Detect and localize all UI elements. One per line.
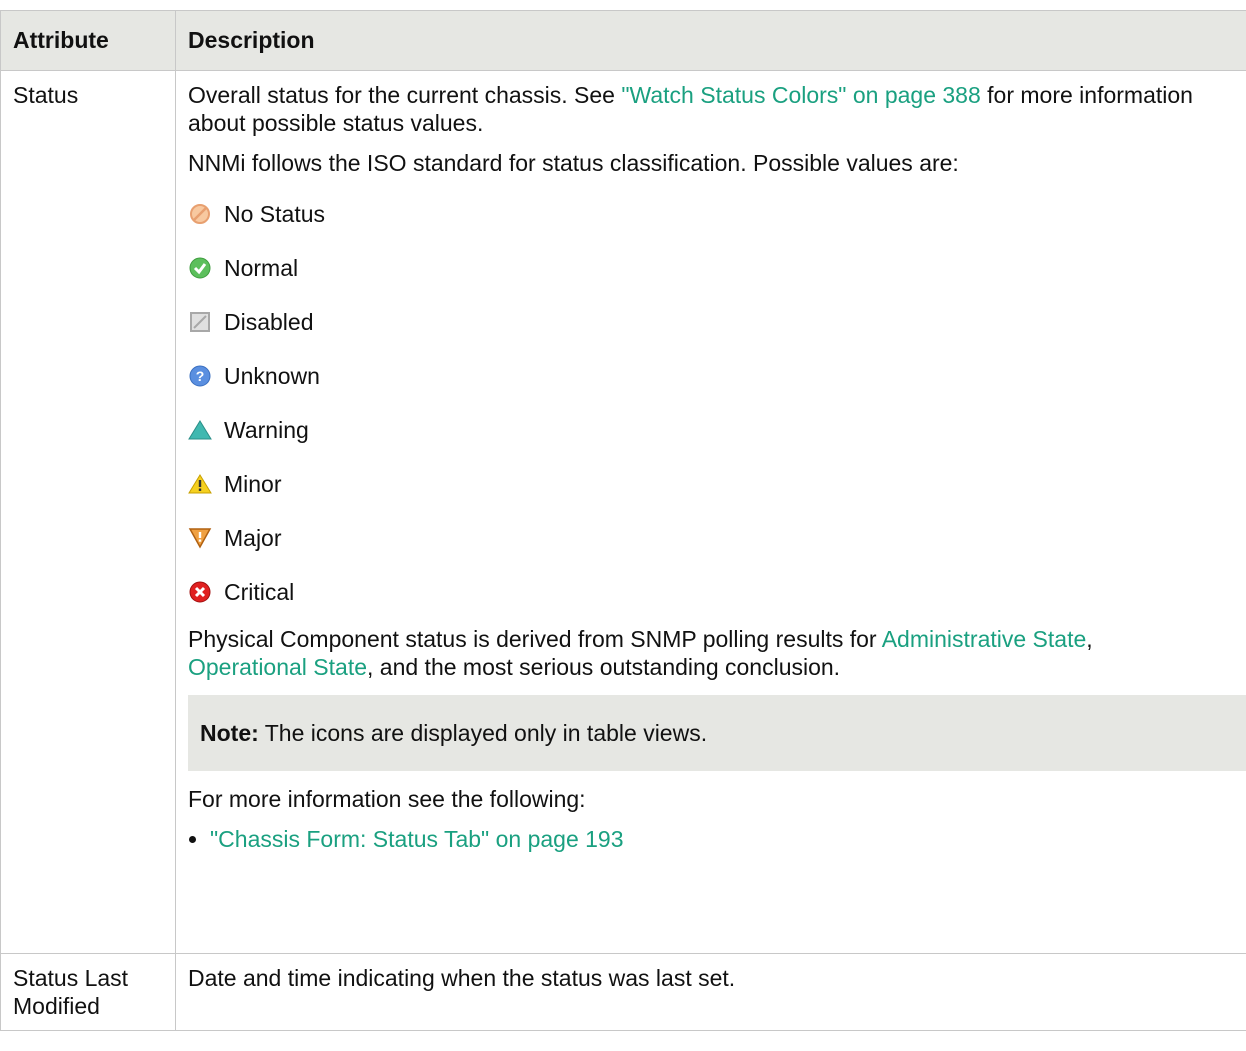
description-cell-status: Overall status for the current chassis. …: [175, 70, 1246, 954]
note-label: Note:: [200, 720, 259, 746]
derived-text-1: Physical Component status is derived fro…: [188, 626, 882, 652]
attribute-cell-status: Status: [0, 70, 176, 954]
administrative-state-link[interactable]: Administrative State: [882, 626, 1087, 652]
minor-icon: [188, 472, 212, 496]
status-intro-paragraph: Overall status for the current chassis. …: [188, 81, 1234, 137]
status-value-label: No Status: [224, 201, 325, 227]
status-intro-text-1: Overall status for the current chassis. …: [188, 82, 622, 108]
status-value-item: Warning: [188, 401, 1234, 459]
more-info-paragraph: For more information see the following:: [188, 786, 586, 812]
attribute-cell-status-last-modified: Status Last Modified: [0, 953, 176, 1031]
no-status-icon: [188, 202, 212, 226]
derived-text-2: ,: [1086, 626, 1093, 652]
watch-status-colors-link[interactable]: "Watch Status Colors" on page 388: [621, 82, 980, 108]
status-value-item: Normal: [188, 239, 1234, 297]
svg-text:?: ?: [196, 368, 205, 384]
status-value-label: Minor: [224, 471, 282, 497]
disabled-icon: [188, 310, 212, 334]
status-values-list: No Status Normal Disabled ? Unknown Warn…: [188, 185, 1234, 621]
note-text: The icons are displayed only in table vi…: [258, 720, 708, 746]
status-value-item: Major: [188, 509, 1234, 567]
status-value-label: Normal: [224, 255, 299, 281]
critical-icon: [188, 580, 212, 604]
status-value-item: ? Unknown: [188, 347, 1234, 405]
attribute-table: Attribute Description Status Overall sta…: [0, 10, 1246, 1031]
operational-state-link[interactable]: Operational State: [188, 654, 367, 680]
status-value-label: Warning: [224, 417, 309, 443]
status-value-label: Critical: [224, 579, 295, 605]
note-box: Note: The icons are displayed only in ta…: [188, 695, 1246, 771]
status-value-label: Unknown: [224, 363, 320, 389]
derived-paragraph: Physical Component status is derived fro…: [188, 625, 1234, 681]
description-cell-status-last-modified: Date and time indicating when the status…: [175, 953, 1246, 1031]
table-row-status-last-modified: Status Last Modified Date and time indic…: [0, 953, 1246, 1031]
table-header-row: Attribute Description: [0, 10, 1246, 71]
major-icon: [188, 526, 212, 550]
table-row-status: Status Overall status for the current ch…: [0, 70, 1246, 954]
iso-paragraph: NNMi follows the ISO standard for status…: [188, 150, 959, 176]
status-value-label: Disabled: [224, 309, 314, 335]
derived-text-3: , and the most serious outstanding concl…: [367, 654, 841, 680]
more-info-list: "Chassis Form: Status Tab" on page 193: [188, 825, 1234, 853]
status-value-item: Critical: [188, 563, 1234, 621]
status-value-item: Disabled: [188, 293, 1234, 351]
unknown-icon: ?: [188, 364, 212, 388]
chassis-form-status-tab-link[interactable]: "Chassis Form: Status Tab" on page 193: [210, 826, 624, 852]
list-item: "Chassis Form: Status Tab" on page 193: [210, 825, 1234, 853]
header-description: Description: [175, 10, 1246, 71]
header-attribute: Attribute: [0, 10, 176, 71]
warning-icon: [188, 418, 212, 442]
status-value-item: No Status: [188, 185, 1234, 243]
status-value-label: Major: [224, 525, 282, 551]
status-value-item: Minor: [188, 455, 1234, 513]
normal-icon: [188, 256, 212, 280]
